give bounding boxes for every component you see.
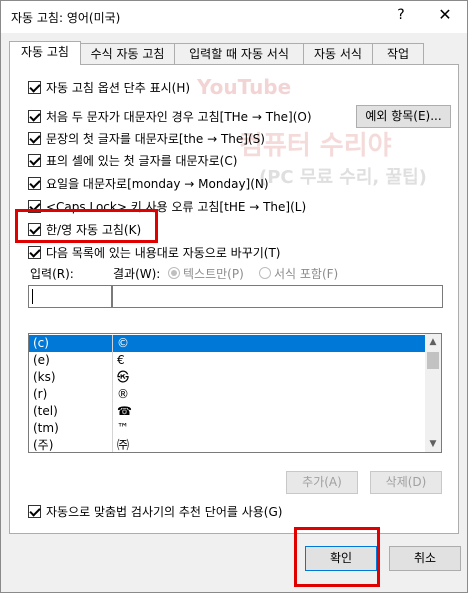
highlight-box-ok [294, 527, 380, 587]
tab-autoformat-as-you-type[interactable]: 입력할 때 자동 서식 [174, 43, 304, 64]
spell-suggest-label: 자동으로 맞춤법 검사기의 추천 단어를 사용(G) [46, 505, 283, 519]
show-buttons-checkbox[interactable] [28, 81, 41, 94]
list-item[interactable]: (c) © [29, 335, 426, 352]
column-divider [112, 403, 113, 420]
sentence-caps-label: 문장의 첫 글자를 대문자로[the → The](S) [46, 132, 265, 146]
scroll-thumb[interactable] [427, 352, 439, 369]
list-item[interactable]: (tel) ☎ [29, 403, 426, 420]
two-initial-caps-label: 처음 두 문자가 대문자인 경우 고침[THe → The](O) [46, 110, 312, 124]
title-bar: 자동 고침: 영어(미국) ? ✕ [1, 1, 467, 33]
list-scrollbar[interactable]: ▲ ▼ [425, 334, 441, 452]
text-cursor [32, 289, 33, 304]
replacement-list[interactable]: (c) © (e) € (ks) ㉿ (r) ® (tel) ☎ (tm) ™ [28, 333, 442, 453]
column-divider [112, 335, 113, 352]
tab-autocorrect[interactable]: 자동 고침 [9, 41, 81, 65]
plain-text-radio[interactable] [168, 267, 180, 279]
highlight-box-korean-english [15, 209, 158, 243]
delete-button[interactable]: 삭제(D) [370, 471, 442, 494]
autocorrect-dialog: 자동 고침: 영어(미국) ? ✕ 자동 고침 수식 자동 고침 입력할 때 자… [0, 0, 468, 593]
column-divider [112, 369, 113, 386]
scroll-up-icon[interactable]: ▲ [425, 334, 441, 350]
replace-input-field[interactable] [28, 285, 112, 308]
replace-as-you-type-checkbox[interactable] [28, 246, 41, 259]
sentence-caps-checkbox[interactable] [28, 132, 41, 145]
column-divider [112, 437, 113, 452]
list-item[interactable]: (r) ® [29, 386, 426, 403]
cancel-button[interactable]: 취소 [389, 546, 461, 571]
plain-text-label: 텍스트만(P) [183, 267, 244, 281]
tab-math-autocorrect[interactable]: 수식 자동 고침 [80, 43, 175, 64]
tab-autoformat[interactable]: 자동 서식 [303, 43, 373, 64]
exceptions-button[interactable]: 예외 항목(E)... [356, 105, 451, 128]
table-cell-caps-checkbox[interactable] [28, 154, 41, 167]
spell-suggest-checkbox[interactable] [28, 505, 41, 518]
formatted-text-radio[interactable] [259, 267, 271, 279]
scroll-down-icon[interactable]: ▼ [425, 436, 441, 452]
table-cell-caps-label: 표의 셀에 있는 첫 글자를 대문자로(C) [46, 154, 238, 168]
replace-result-field[interactable] [112, 285, 443, 308]
add-button[interactable]: 추가(A) [286, 471, 358, 494]
window-title: 자동 고침: 영어(미국) [11, 11, 121, 25]
column-divider [112, 352, 113, 369]
column-divider [112, 420, 113, 437]
list-item[interactable]: (주) ㈜ [29, 437, 426, 452]
list-item[interactable]: (tm) ™ [29, 420, 426, 437]
result-label: 결과(W): [113, 267, 161, 281]
list-item[interactable]: (e) € [29, 352, 426, 369]
help-icon[interactable]: ? [393, 7, 409, 23]
input-label: 입력(R): [30, 267, 74, 281]
tab-actions[interactable]: 작업 [372, 43, 424, 64]
two-initial-caps-checkbox[interactable] [28, 110, 41, 123]
watermark-youtube: YouTube [197, 75, 292, 99]
watermark-subtitle: (PC 무료 수리, 꿀팁) [259, 167, 427, 188]
day-names-checkbox[interactable] [28, 177, 41, 190]
replace-as-you-type-label: 다음 목록에 있는 내용대로 자동으로 바꾸기(T) [46, 246, 281, 260]
show-buttons-label: 자동 고침 옵션 단추 표시(H) [46, 81, 191, 95]
formatted-text-label: 서식 포함(F) [274, 267, 339, 281]
close-icon[interactable]: ✕ [433, 5, 457, 24]
column-divider [112, 386, 113, 403]
day-names-label: 요일을 대문자로[monday → Monday](N) [46, 177, 269, 191]
list-item[interactable]: (ks) ㉿ [29, 369, 426, 386]
